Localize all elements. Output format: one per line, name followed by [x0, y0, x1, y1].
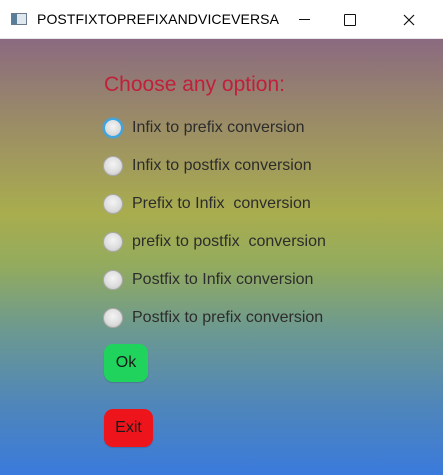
option-postfix-to-infix[interactable]: Postfix to Infix conversion	[103, 268, 313, 292]
title-bar: POSTFIXTOPREFIXANDVICEVERSA	[0, 0, 443, 39]
option-label: Postfix to prefix conversion	[132, 309, 324, 326]
option-label: Prefix to Infix conversion	[132, 195, 311, 212]
radio-button[interactable]	[103, 270, 123, 290]
option-prefix-to-postfix[interactable]: prefix to postfix conversion	[103, 230, 326, 254]
option-infix-to-prefix[interactable]: Infix to prefix conversion	[103, 116, 305, 140]
page-heading: Choose any option:	[104, 73, 285, 96]
option-label: prefix to postfix conversion	[132, 233, 326, 250]
radio-button[interactable]	[103, 194, 123, 214]
exit-button[interactable]: Exit	[104, 409, 153, 447]
window-title: POSTFIXTOPREFIXANDVICEVERSA	[37, 11, 280, 27]
radio-button[interactable]	[103, 232, 123, 252]
option-postfix-to-prefix[interactable]: Postfix to prefix conversion	[103, 306, 323, 330]
radio-button[interactable]	[103, 156, 123, 176]
option-label: Postfix to Infix conversion	[132, 271, 314, 288]
minimize-button[interactable]	[281, 0, 327, 39]
minimize-icon	[298, 19, 310, 20]
close-button[interactable]	[386, 0, 432, 39]
main-panel: Choose any option: Infix to prefix conve…	[0, 39, 443, 475]
app-window-icon	[11, 13, 27, 25]
maximize-icon	[344, 13, 356, 26]
ok-button[interactable]: Ok	[104, 344, 148, 382]
maximize-button[interactable]	[327, 0, 373, 39]
close-icon	[403, 14, 415, 25]
option-infix-to-postfix[interactable]: Infix to postfix conversion	[103, 154, 312, 178]
option-label: Infix to prefix conversion	[132, 119, 305, 136]
option-prefix-to-infix[interactable]: Prefix to Infix conversion	[103, 192, 311, 216]
radio-button[interactable]	[103, 308, 123, 328]
radio-button[interactable]	[103, 118, 123, 138]
option-label: Infix to postfix conversion	[132, 157, 312, 174]
